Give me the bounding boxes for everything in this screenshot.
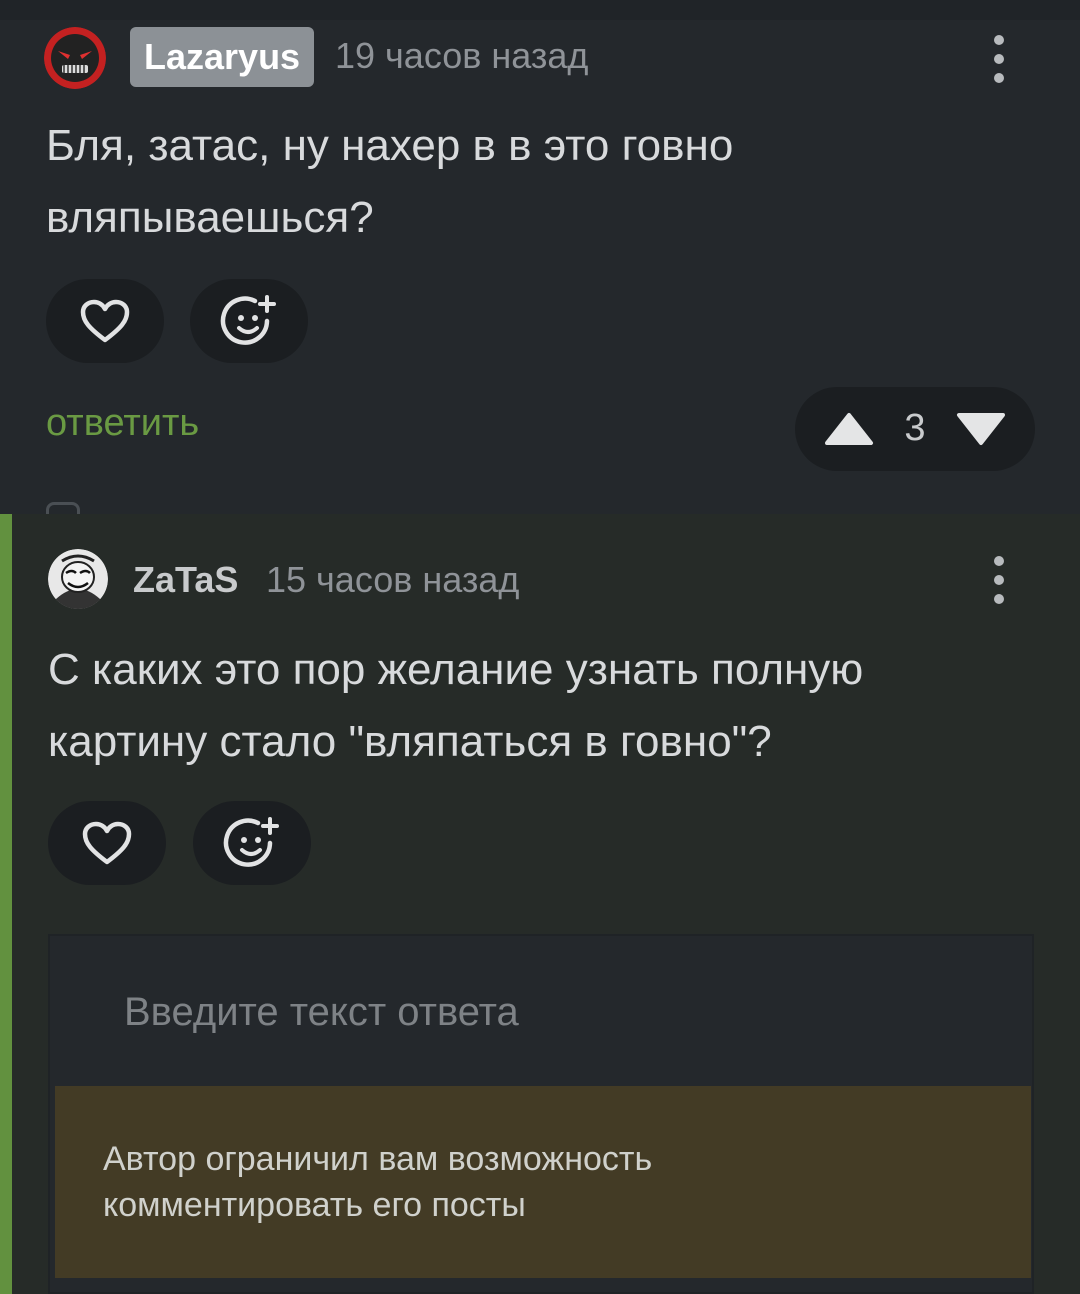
triangle-down-icon[interactable] — [955, 411, 1007, 447]
heart-icon — [82, 821, 132, 865]
thread-branch-line — [0, 514, 12, 1294]
comment-time: 15 часов назад — [266, 559, 520, 600]
emoji-add-icon — [223, 817, 279, 867]
more-vertical-icon[interactable] — [984, 29, 1014, 89]
add-reaction-button[interactable] — [190, 279, 308, 363]
more-vertical-icon[interactable] — [984, 550, 1014, 610]
previous-comment-edge — [0, 0, 1080, 20]
comment-time: 19 часов назад — [335, 35, 589, 76]
like-button[interactable] — [46, 279, 164, 363]
author-name[interactable]: ZaTaS — [133, 559, 238, 601]
restriction-notice: Автор ограничил вам возможность комменти… — [55, 1086, 1031, 1278]
add-reaction-button[interactable] — [193, 801, 311, 885]
emoji-add-icon — [220, 295, 276, 345]
reply-form: Введите текст ответа Автор ограничил вам… — [48, 934, 1034, 1294]
avatar[interactable] — [48, 549, 108, 609]
comment-text: Бля, затас, ну нахер в в это говно вляпы… — [46, 121, 734, 242]
reply-input[interactable]: Введите текст ответа — [124, 990, 519, 1035]
comment-text: С каких это пор желание узнать полную ка… — [48, 645, 864, 766]
avatar[interactable] — [44, 27, 106, 89]
reply-link[interactable]: ответить — [46, 402, 199, 445]
heart-icon — [80, 299, 130, 343]
vote-widget: 3 — [795, 387, 1035, 471]
like-button[interactable] — [48, 801, 166, 885]
restriction-notice-text: Автор ограничил вам возможность комменти… — [103, 1140, 653, 1224]
author-name[interactable]: Lazaryus — [130, 27, 315, 87]
